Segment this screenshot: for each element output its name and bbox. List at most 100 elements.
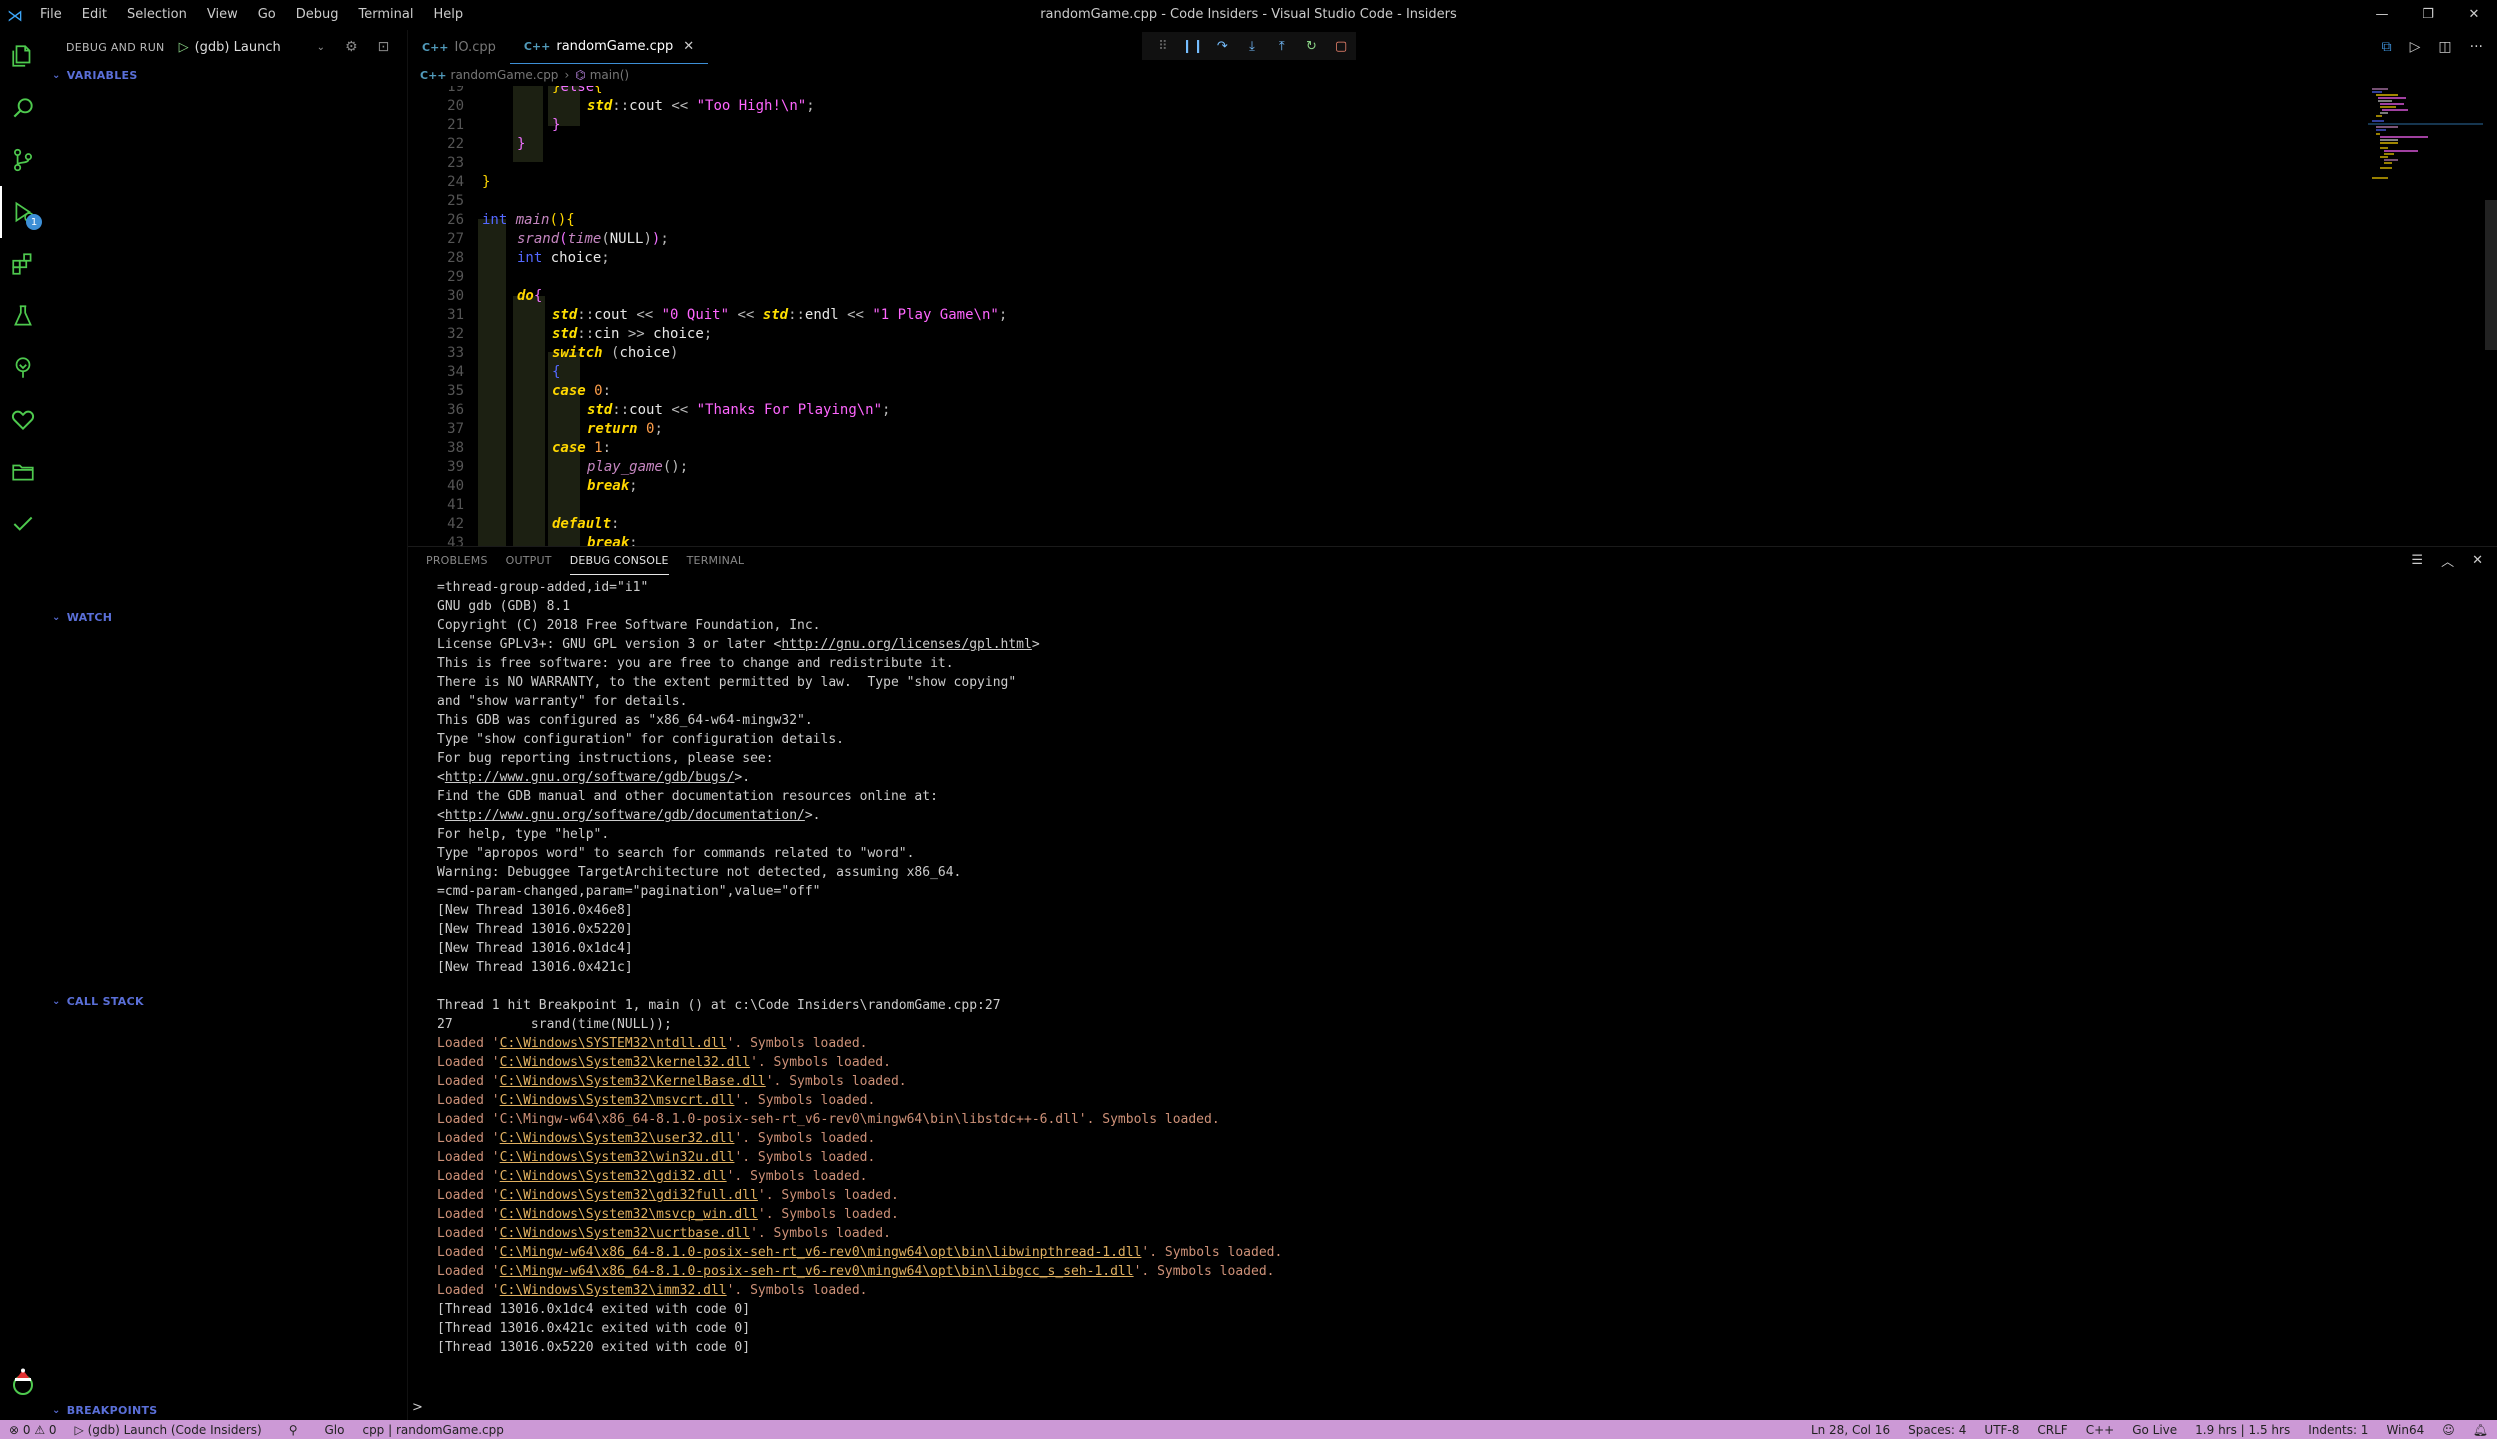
- console-link[interactable]: C:\Mingw-w64\x86_64-8.1.0-posix-seh-rt_v…: [500, 1245, 1142, 1260]
- restore-button[interactable]: ❐: [2405, 0, 2451, 30]
- line-number[interactable]: 31: [408, 306, 464, 325]
- line-number[interactable]: 37: [408, 420, 464, 439]
- editor-scrollbar[interactable]: [2485, 200, 2497, 350]
- stop-icon[interactable]: ▢: [1326, 39, 1356, 54]
- step-into-icon[interactable]: ⤓: [1237, 39, 1267, 54]
- menu-debug[interactable]: Debug: [286, 0, 349, 30]
- git-status[interactable]: ⚲: [271, 1423, 316, 1437]
- terminal-icon[interactable]: ⊡: [378, 39, 390, 55]
- chevron-down-icon[interactable]: ⌄: [317, 42, 325, 53]
- tab-debug-console[interactable]: DEBUG CONSOLE: [569, 547, 669, 575]
- console-link[interactable]: http://gnu.org/licenses/gpl.html: [781, 637, 1031, 652]
- console-link[interactable]: C:\Windows\System32\kernel32.dll: [500, 1055, 750, 1070]
- line-number[interactable]: 30: [408, 287, 464, 306]
- feedback-smiley-icon[interactable]: ☺: [2433, 1423, 2464, 1437]
- console-link[interactable]: http://www.gnu.org/software/gdb/document…: [445, 808, 805, 823]
- run-icon[interactable]: ▷: [2410, 39, 2421, 55]
- call-stack-section[interactable]: ⌄ CALL STACK: [46, 990, 408, 1012]
- console-link[interactable]: C:\Windows\System32\msvcp_win.dll: [500, 1207, 758, 1222]
- code-editor[interactable]: 19}else{20 std::cout << "Too High!\n"; 21}…: [408, 86, 2368, 546]
- indents-status[interactable]: Indents: 1: [2299, 1423, 2377, 1437]
- start-debugging-icon[interactable]: ▷: [179, 40, 189, 55]
- console-link[interactable]: C:\Windows\System32\KernelBase.dll: [500, 1074, 766, 1089]
- line-number[interactable]: 40: [408, 477, 464, 496]
- breadcrumb-symbol[interactable]: main(): [590, 68, 629, 82]
- split-editor-icon[interactable]: ◫: [2438, 39, 2451, 55]
- line-number[interactable]: 36: [408, 401, 464, 420]
- explorer-icon[interactable]: [0, 30, 46, 82]
- line-number[interactable]: 35: [408, 382, 464, 401]
- minimap[interactable]: [2368, 86, 2483, 546]
- tab-io-cpp[interactable]: C++ IO.cpp: [408, 30, 510, 64]
- remote-tree-icon[interactable]: [0, 342, 46, 394]
- platform-status[interactable]: Win64: [2377, 1423, 2433, 1437]
- step-out-icon[interactable]: ⤒: [1267, 39, 1297, 54]
- close-window-button[interactable]: ✕: [2451, 0, 2497, 30]
- menu-go[interactable]: Go: [248, 0, 286, 30]
- glo-status[interactable]: Glo: [315, 1423, 353, 1437]
- tab-problems[interactable]: PROBLEMS: [426, 547, 488, 575]
- close-panel-icon[interactable]: ✕: [2472, 553, 2483, 568]
- debug-status[interactable]: ▷ (gdb) Launch (Code Insiders): [66, 1423, 271, 1437]
- variables-section[interactable]: ⌄ VARIABLES: [46, 64, 408, 86]
- live-share-heart-icon[interactable]: [0, 394, 46, 446]
- line-number[interactable]: 28: [408, 249, 464, 268]
- gear-icon[interactable]: ⚙: [345, 39, 358, 55]
- maximize-panel-icon[interactable]: ︿: [2441, 551, 2454, 570]
- restart-icon[interactable]: ↻: [1297, 39, 1327, 54]
- extensions-icon[interactable]: [0, 238, 46, 290]
- launch-config-select[interactable]: (gdb) Launch: [195, 40, 317, 55]
- cursor-position[interactable]: Ln 28, Col 16: [1802, 1423, 1899, 1437]
- console-link[interactable]: C:\Windows\System32\ucrtbase.dll: [500, 1226, 750, 1241]
- go-live-button[interactable]: Go Live: [2123, 1423, 2186, 1437]
- menu-help[interactable]: Help: [423, 0, 473, 30]
- debug-icon[interactable]: 1: [0, 186, 46, 238]
- line-number[interactable]: 29: [408, 268, 464, 287]
- breadcrumb-file[interactable]: randomGame.cpp: [451, 68, 559, 82]
- line-number[interactable]: 39: [408, 458, 464, 477]
- line-number[interactable]: 25: [408, 192, 464, 211]
- console-link[interactable]: C:\Windows\System32\gdi32full.dll: [500, 1188, 758, 1203]
- console-link[interactable]: C:\Windows\System32\gdi32.dll: [500, 1169, 727, 1184]
- line-number[interactable]: 43: [408, 534, 464, 546]
- clear-console-icon[interactable]: ☰: [2411, 553, 2423, 568]
- line-number[interactable]: 38: [408, 439, 464, 458]
- line-number[interactable]: 19: [408, 86, 464, 97]
- time-tracker[interactable]: 1.9 hrs | 1.5 hrs: [2186, 1423, 2299, 1437]
- minimize-button[interactable]: —: [2359, 0, 2405, 30]
- console-link[interactable]: C:\Windows\System32\imm32.dll: [500, 1283, 727, 1298]
- console-link[interactable]: C:\Windows\System32\msvcrt.dll: [500, 1093, 735, 1108]
- language-status[interactable]: C++: [2077, 1423, 2124, 1437]
- console-link[interactable]: http://www.gnu.org/software/gdb/bugs/: [445, 770, 735, 785]
- line-number[interactable]: 22: [408, 135, 464, 154]
- tab-output[interactable]: OUTPUT: [506, 547, 552, 575]
- project-manager-icon[interactable]: [0, 446, 46, 498]
- breakpoints-section[interactable]: ⌄ BREAKPOINTS: [46, 1399, 408, 1421]
- open-preview-icon[interactable]: ⧉: [2382, 39, 2392, 55]
- search-icon[interactable]: [0, 82, 46, 134]
- notifications-bell-icon[interactable]: 🔔︎: [2464, 1423, 2497, 1437]
- console-link[interactable]: C:\Windows\System32\user32.dll: [500, 1131, 735, 1146]
- console-link[interactable]: C:\Windows\SYSTEM32\ntdll.dll: [500, 1036, 727, 1051]
- debug-console-input[interactable]: >: [412, 1400, 423, 1420]
- menu-file[interactable]: File: [30, 0, 72, 30]
- console-link[interactable]: C:\Mingw-w64\x86_64-8.1.0-posix-seh-rt_v…: [500, 1264, 1134, 1279]
- more-actions-icon[interactable]: ···: [2470, 39, 2483, 55]
- problems-status[interactable]: ⊗ 0 ⚠ 0: [0, 1423, 66, 1437]
- line-number[interactable]: 21: [408, 116, 464, 135]
- line-number[interactable]: 42: [408, 515, 464, 534]
- menu-terminal[interactable]: Terminal: [349, 0, 424, 30]
- scope-status[interactable]: cpp | randomGame.cpp: [353, 1423, 512, 1437]
- eol-status[interactable]: CRLF: [2028, 1423, 2076, 1437]
- line-number[interactable]: 34: [408, 363, 464, 382]
- pause-icon[interactable]: ❙❙: [1178, 39, 1208, 54]
- menu-edit[interactable]: Edit: [72, 0, 117, 30]
- source-control-icon[interactable]: [0, 134, 46, 186]
- line-number[interactable]: 32: [408, 325, 464, 344]
- line-number[interactable]: 26: [408, 211, 464, 230]
- line-number[interactable]: 41: [408, 496, 464, 515]
- checkmark-icon[interactable]: [0, 498, 46, 550]
- line-number[interactable]: 27: [408, 230, 464, 249]
- line-number[interactable]: 24: [408, 173, 464, 192]
- indentation-status[interactable]: Spaces: 4: [1899, 1423, 1975, 1437]
